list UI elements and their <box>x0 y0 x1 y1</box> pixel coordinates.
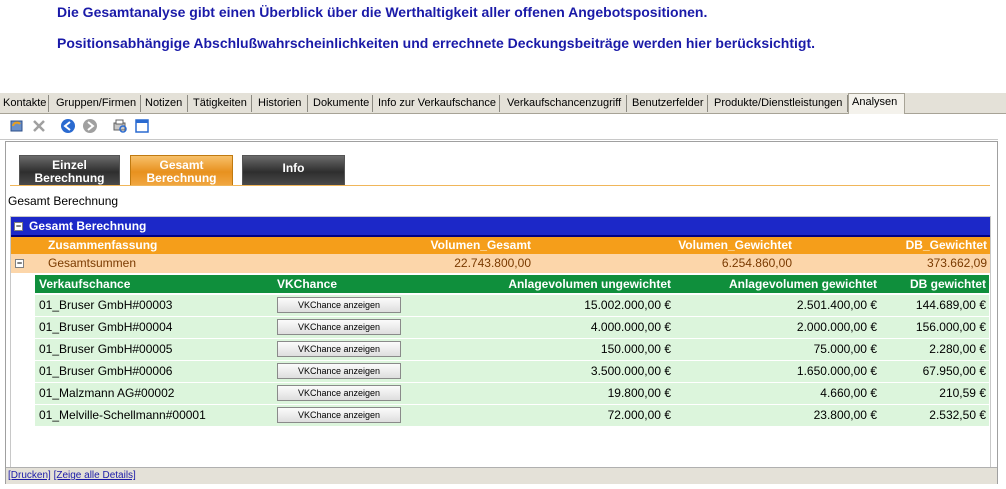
col-anlage-gewichtet: Anlagevolumen gewichtet <box>728 277 877 291</box>
zeige-alle-details-link[interactable]: [Zeige alle Details] <box>54 470 136 481</box>
row-ungewichtet: 72.000,00 € <box>607 408 671 422</box>
col-volumen-gewichtet: Volumen_Gewichtet <box>678 238 792 252</box>
row-db: 156.000,00 € <box>915 320 986 334</box>
summary-db-gewichtet: 373.662,09 <box>926 256 987 270</box>
tab-benutzerfelder[interactable]: Benutzerfelder <box>629 95 708 112</box>
tab-analysen[interactable]: Analysen <box>848 93 905 114</box>
row-ungewichtet: 4.000.000,00 € <box>590 320 671 334</box>
tab-kontakte[interactable]: Kontakte <box>0 95 49 112</box>
table-row: 01_Bruser GmbH#00003 VKChance anzeigen 1… <box>35 295 989 316</box>
row-db: 144.689,00 € <box>915 298 986 312</box>
table-row: 01_Bruser GmbH#00004 VKChance anzeigen 4… <box>35 317 989 338</box>
back-icon[interactable] <box>60 118 76 134</box>
summary-volumen-gewichtet: 6.254.860,00 <box>721 256 792 270</box>
divider <box>10 185 990 186</box>
summary-header: Zusammenfassung Volumen_Gesamt Volumen_G… <box>11 237 990 254</box>
forward-icon[interactable] <box>82 118 98 134</box>
row-gewichtet: 23.800,00 € <box>813 408 877 422</box>
window-icon[interactable] <box>134 118 150 134</box>
grid-header: − Gesamt Berechnung <box>11 217 990 237</box>
vkchance-anzeigen-button[interactable]: VKChance anzeigen <box>277 297 401 313</box>
row-gewichtet: 75.000,00 € <box>813 342 877 356</box>
col-vkchance: VKChance <box>277 277 338 291</box>
einzel-berechnung-button[interactable]: Einzel Berechnung <box>19 155 120 186</box>
tab-dokumente[interactable]: Dokumente <box>310 95 373 112</box>
toolbar <box>0 114 998 140</box>
collapse-icon[interactable]: − <box>14 222 23 231</box>
tab-notizen[interactable]: Notizen <box>142 95 188 112</box>
row-ungewichtet: 150.000,00 € <box>600 342 671 356</box>
tab-verkaufschancenzugriff[interactable]: Verkaufschancenzugriff <box>504 95 627 112</box>
row-gewichtet: 2.000.000,00 € <box>796 320 877 334</box>
intro-text-2: Positionsabhängige Abschlußwahrscheinlic… <box>57 35 815 51</box>
tab-info-verkaufschance[interactable]: Info zur Verkaufschance <box>375 95 500 112</box>
row-name: 01_Bruser GmbH#00005 <box>39 342 173 356</box>
collapse-icon[interactable]: − <box>15 259 24 268</box>
section-title: Gesamt Berechnung <box>8 194 119 208</box>
row-name: 01_Malzmann AG#00002 <box>39 386 175 400</box>
vkchance-anzeigen-button[interactable]: VKChance anzeigen <box>277 363 401 379</box>
analysis-panel: Einzel Berechnung Gesamt Berechnung Info… <box>5 141 998 484</box>
summary-volumen-gesamt: 22.743.800,00 <box>454 256 531 270</box>
col-verkaufschance: Verkaufschance <box>39 277 131 291</box>
row-gewichtet: 4.660,00 € <box>820 386 877 400</box>
table-row: 01_Bruser GmbH#00006 VKChance anzeigen 3… <box>35 361 989 382</box>
col-zusammenfassung: Zusammenfassung <box>48 238 158 252</box>
tab-bar: Kontakte Gruppen/Firmen Notizen Tätigkei… <box>0 93 1006 114</box>
einzel-line1: Einzel <box>52 158 87 172</box>
summary-row: − Gesamtsummen 22.743.800,00 6.254.860,0… <box>11 254 990 273</box>
results-grid: − Gesamt Berechnung Zusammenfassung Volu… <box>10 216 991 468</box>
tab-historien[interactable]: Historien <box>255 95 308 112</box>
tab-taetigkeiten[interactable]: Tätigkeiten <box>190 95 252 112</box>
info-button[interactable]: Info <box>242 155 345 186</box>
detail-header: Verkaufschance VKChance Anlagevolumen un… <box>35 275 989 293</box>
summary-label: Gesamtsummen <box>48 256 137 270</box>
row-gewichtet: 1.650.000,00 € <box>796 364 877 378</box>
col-volumen-gesamt: Volumen_Gesamt <box>430 238 531 252</box>
grid-title: Gesamt Berechnung <box>29 219 147 233</box>
intro-text-1: Die Gesamtanalyse gibt einen Überblick ü… <box>57 4 708 20</box>
vkchance-anzeigen-button[interactable]: VKChance anzeigen <box>277 341 401 357</box>
tab-gruppen-firmen[interactable]: Gruppen/Firmen <box>53 95 141 112</box>
row-db: 2.280,00 € <box>929 342 986 356</box>
row-ungewichtet: 3.500.000,00 € <box>590 364 671 378</box>
footer-bar: [Drucken] [Zeige alle Details] <box>6 467 997 484</box>
table-row: 01_Malzmann AG#00002 VKChance anzeigen 1… <box>35 383 989 404</box>
drucken-link[interactable]: [Drucken] <box>8 470 51 481</box>
gesamt-berechnung-button[interactable]: Gesamt Berechnung <box>130 155 233 186</box>
vkchance-anzeigen-button[interactable]: VKChance anzeigen <box>277 319 401 335</box>
vkchance-anzeigen-button[interactable]: VKChance anzeigen <box>277 385 401 401</box>
row-ungewichtet: 19.800,00 € <box>607 386 671 400</box>
row-db: 2.532,50 € <box>929 408 986 422</box>
einzel-line2: Berechnung <box>34 171 105 185</box>
table-row: 01_Bruser GmbH#00005 VKChance anzeigen 1… <box>35 339 989 360</box>
col-db-gewichtet-detail: DB gewichtet <box>909 277 986 291</box>
col-anlage-ungewichtet: Anlagevolumen ungewichtet <box>508 277 671 291</box>
row-gewichtet: 2.501.400,00 € <box>796 298 877 312</box>
row-name: 01_Bruser GmbH#00004 <box>39 320 173 334</box>
col-db-gewichtet: DB_Gewichtet <box>905 238 987 252</box>
table-row: 01_Melville-Schellmann#00001 VKChance an… <box>35 405 989 426</box>
row-db: 67.950,00 € <box>922 364 986 378</box>
vkchance-anzeigen-button[interactable]: VKChance anzeigen <box>277 407 401 423</box>
row-name: 01_Melville-Schellmann#00001 <box>39 408 206 422</box>
delete-icon[interactable] <box>31 118 47 134</box>
refresh-icon[interactable] <box>9 118 25 134</box>
print-preview-icon[interactable] <box>112 118 128 134</box>
row-name: 01_Bruser GmbH#00006 <box>39 364 173 378</box>
row-name: 01_Bruser GmbH#00003 <box>39 298 173 312</box>
tab-produkte-dienstleistungen[interactable]: Produkte/Dienstleistungen <box>711 95 848 112</box>
row-db: 210,59 € <box>939 386 986 400</box>
gesamt-line1: Gesamt <box>159 158 204 172</box>
gesamt-line2: Berechnung <box>146 171 217 185</box>
row-ungewichtet: 15.002.000,00 € <box>584 298 671 312</box>
